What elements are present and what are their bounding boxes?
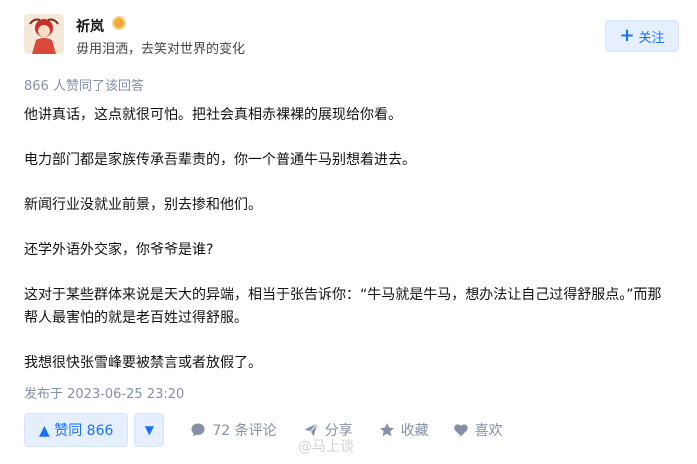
comment-icon [190, 422, 206, 438]
favorite-label: 收藏 [400, 423, 429, 439]
paragraph: 我想很快张雪峰要被禁言或者放假了。 [24, 355, 262, 371]
comment-label: 72 条评论 [212, 423, 277, 439]
answer-content: 他讲真话，这点就很可怕。把社会真相赤裸裸的展现给你看。 电力部门都是家族传承吾辈… [24, 104, 674, 375]
publish-time[interactable]: 发布于 2023-06-25 23:20 [24, 383, 184, 402]
plus-icon: + [619, 25, 635, 46]
answer-header: 祈岚 毋用泪洒，去笑对世界的变化 + 关注 [24, 12, 679, 58]
follow-button-label: 关注 [638, 30, 665, 46]
paragraph: 新闻行业没就业前景，别去掺和他们。 [24, 197, 262, 213]
star-icon [379, 422, 395, 438]
watermark: @马上谈 [298, 439, 354, 455]
heart-icon [453, 422, 469, 438]
gold-medal-icon [112, 16, 126, 30]
author-name[interactable]: 祈岚 [76, 16, 104, 36]
paragraph: 电力部门都是家族传承吾辈责的，你一个普通牛马别想着进去。 [24, 152, 416, 168]
avatar[interactable] [24, 14, 64, 54]
paragraph: 这对于某些群体来说是天大的异端，相当于张告诉你：“牛马就是牛马，想办法让自己过得… [24, 287, 662, 326]
like-label: 喜欢 [474, 423, 503, 439]
paragraph: 他讲真话，这点就很可怕。把社会真相赤裸裸的展现给你看。 [24, 107, 402, 123]
follow-button[interactable]: + 关注 [605, 20, 679, 52]
like-button[interactable]: 喜欢 [453, 420, 503, 440]
paragraph: 还学外语外交家，你爷爷是谁? [24, 242, 214, 258]
vote-up-button[interactable]: ▲ 赞同 866 [24, 413, 129, 447]
vote-down-button[interactable]: ▼ [134, 413, 165, 447]
comment-button[interactable]: 72 条评论 [190, 420, 277, 440]
author-bio: 毋用泪洒，去笑对世界的变化 [76, 42, 246, 57]
votes-summary: 866 人赞同了该回答 [24, 79, 144, 94]
favorite-button[interactable]: 收藏 [379, 420, 429, 440]
action-bar: ▲ 赞同 866 ▼ 72 条评论 分享 收藏 喜欢 [24, 413, 503, 447]
